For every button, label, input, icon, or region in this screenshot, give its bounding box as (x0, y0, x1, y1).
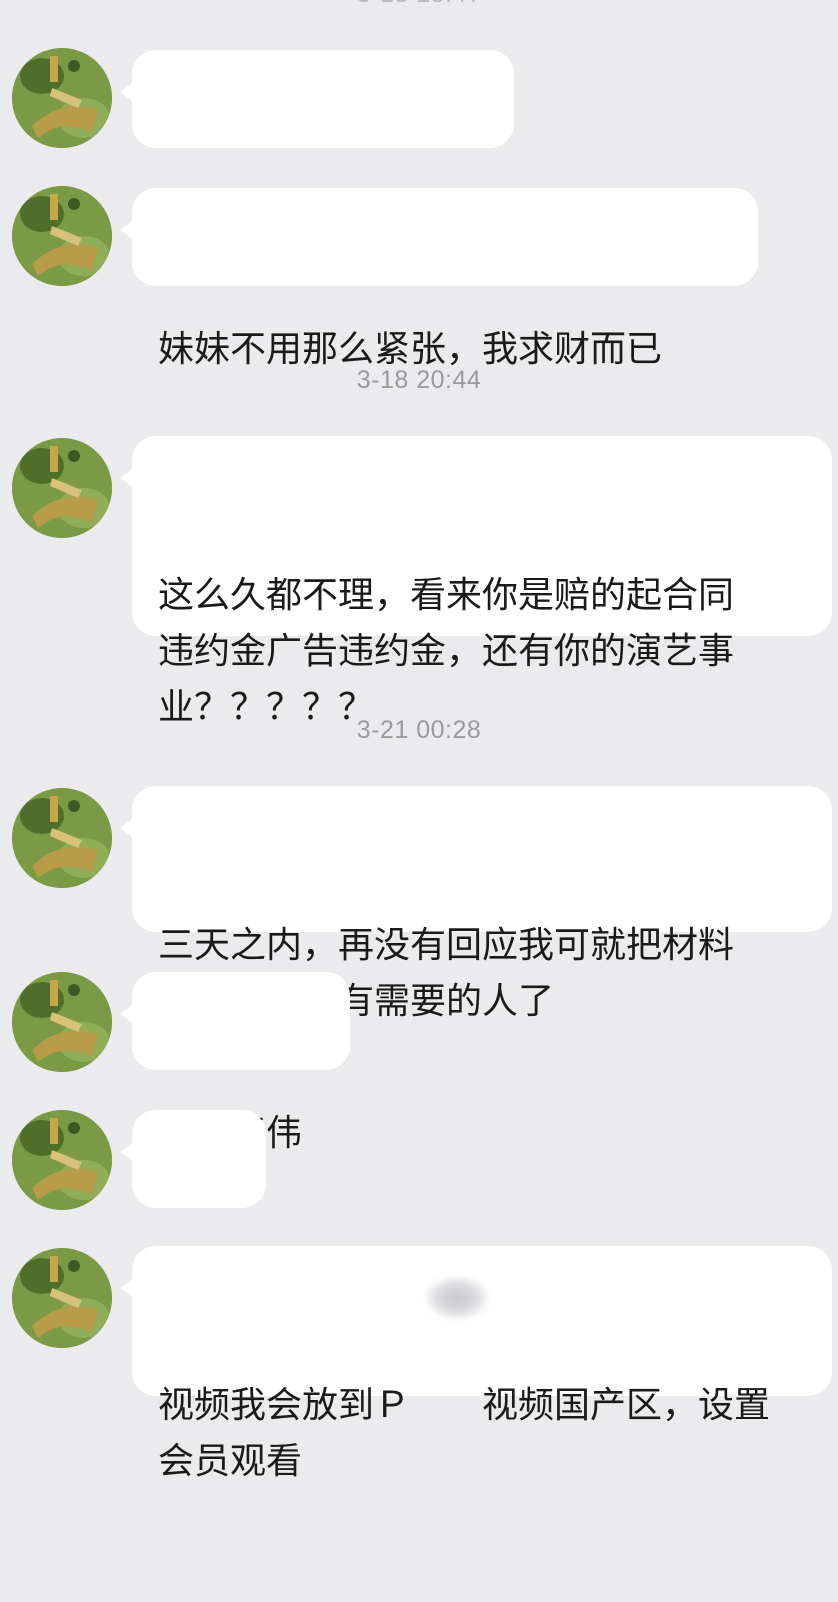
message-bubble[interactable]: 视频我会放到Ｐ 视频国产区，设置 会员观看 (120, 1246, 832, 1482)
message-bubble[interactable]: 狗仔 (120, 1110, 266, 1292)
avatar[interactable] (12, 972, 112, 1072)
avatar-image (12, 48, 112, 148)
avatar-image (12, 972, 112, 1072)
message-bubble[interactable]: 妹妹不用那么紧张，我求财而已 (120, 188, 758, 370)
message-text: 视频我会放到Ｐ 视频国产区，设置 会员观看 (158, 1385, 771, 1482)
timestamp-top: 3-18 18:4? (0, 0, 838, 9)
avatar[interactable] (12, 788, 112, 888)
message-bubble[interactable]: 三天之内，再没有回应我可就把材料 和视频卖给有需要的人了 (120, 786, 832, 1022)
message-bubble[interactable]: 我的耐心是有限的 (120, 50, 514, 232)
message-bubble[interactable]: 这么久都不理，看来你是赔的起合同 违约金广告违约金，还有你的演艺事 业？？？？？ (120, 436, 832, 728)
avatar[interactable] (12, 438, 112, 538)
avatar-image (12, 1248, 112, 1348)
avatar-image (12, 788, 112, 888)
chat-view[interactable]: 3-18 18:4? 我的耐心是有限的 (0, 0, 838, 1482)
message-bubble[interactable]: 比如卓伟 (120, 972, 350, 1154)
message-text: 这么久都不理，看来你是赔的起合同 违约金广告违约金，还有你的演艺事 业？？？？？ (158, 575, 735, 728)
avatar[interactable] (12, 1248, 112, 1348)
avatar-image (12, 438, 112, 538)
avatar[interactable] (12, 48, 112, 148)
avatar-image (12, 186, 112, 286)
avatar-image (12, 1110, 112, 1210)
avatar[interactable] (12, 186, 112, 286)
censor-blur (425, 1276, 489, 1320)
avatar[interactable] (12, 1110, 112, 1210)
timestamp: 3-21 00:28 (356, 716, 482, 744)
timestamp: 3-18 20:44 (356, 366, 482, 394)
